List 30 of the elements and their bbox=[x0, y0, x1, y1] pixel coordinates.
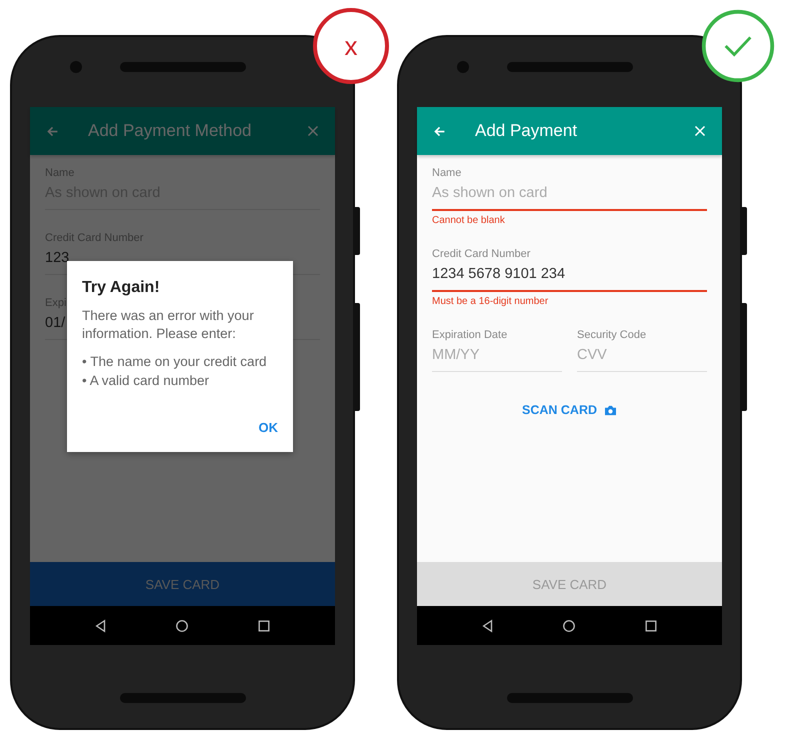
dialog-message: There was an error with your information. Please enter: bbox=[82, 307, 255, 343]
checkmark-badge-icon bbox=[700, 8, 776, 84]
recents-square-icon[interactable] bbox=[644, 618, 658, 632]
ok-button[interactable]: OK bbox=[258, 416, 278, 439]
camera-icon bbox=[70, 61, 82, 73]
error-message: Must be a 16-digit number bbox=[432, 296, 550, 307]
home-circle-icon[interactable] bbox=[562, 618, 576, 632]
screen-title: Add Payment Method bbox=[88, 121, 252, 141]
input-field[interactable]: 1234 5678 9101 234 bbox=[432, 260, 707, 292]
screen-title: Add Payment bbox=[475, 121, 578, 141]
back-triangle-icon[interactable] bbox=[480, 618, 495, 632]
back-arrow-icon[interactable] bbox=[433, 124, 446, 138]
field-label: Expiration Date bbox=[432, 329, 508, 341]
field-label: Credit Card Number bbox=[432, 248, 532, 260]
recents-square-icon[interactable] bbox=[257, 618, 272, 632]
dialog-list-item: • A valid card number bbox=[82, 372, 210, 390]
scan-card-link[interactable]: SCAN CARD bbox=[516, 402, 623, 418]
input-field[interactable]: As shown on card bbox=[432, 179, 707, 211]
dialog-list-item: • The name on your credit card bbox=[82, 353, 268, 371]
home-circle-icon[interactable] bbox=[175, 618, 190, 632]
camera-icon bbox=[457, 61, 469, 73]
error-message: Cannot be blank bbox=[432, 215, 506, 226]
wrong-badge: x bbox=[313, 8, 389, 84]
dialog-title: Try Again! bbox=[82, 279, 161, 297]
close-icon[interactable] bbox=[694, 125, 706, 137]
field-label: Security Code bbox=[577, 329, 648, 341]
field-label: Name bbox=[432, 167, 462, 179]
save-card-button[interactable]: SAVE CARD bbox=[30, 562, 335, 606]
camera-icon bbox=[604, 404, 617, 416]
back-triangle-icon[interactable] bbox=[94, 618, 108, 632]
